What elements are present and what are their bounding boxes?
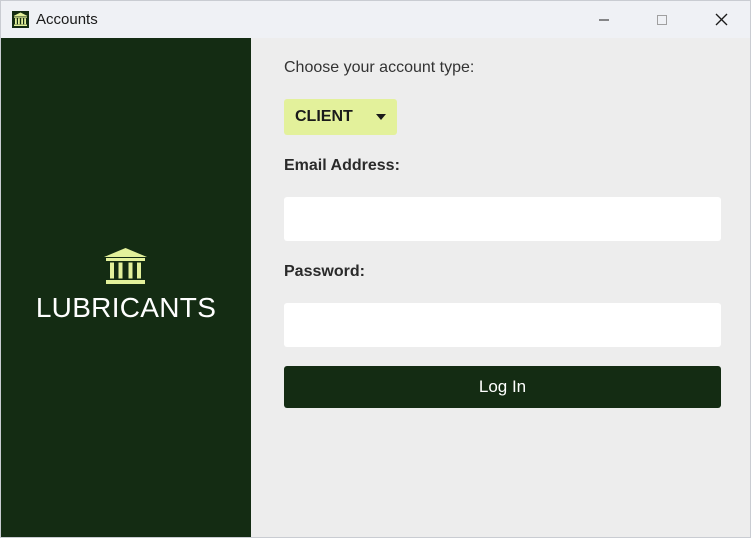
brand-name: LUBRICANTS (35, 292, 217, 323)
login-form: Choose your account type: CLIENT Email A… (251, 38, 750, 537)
accounts-window: Accounts LUBRICANTS Choose your account … (0, 0, 751, 538)
title-bar: Accounts (1, 1, 750, 38)
email-label: Email Address: (284, 157, 400, 174)
maximize-icon (657, 14, 667, 25)
minimize-button[interactable] (575, 1, 633, 38)
password-label: Password: (284, 263, 365, 280)
brand-sidebar: LUBRICANTS (1, 38, 251, 537)
account-type-dropdown[interactable]: CLIENT (284, 99, 397, 135)
chevron-down-icon (376, 114, 386, 120)
minimize-icon (599, 19, 609, 20)
login-button[interactable]: Log In (284, 366, 721, 408)
close-icon (715, 13, 727, 26)
account-type-label: Choose your account type: (284, 59, 475, 76)
bank-icon (104, 248, 147, 284)
close-button[interactable] (692, 1, 750, 38)
password-field[interactable] (284, 303, 721, 347)
window-title: Accounts (36, 11, 98, 28)
maximize-button[interactable] (633, 1, 691, 38)
bank-icon (12, 11, 29, 28)
email-field[interactable] (284, 197, 721, 241)
account-type-value: CLIENT (295, 108, 353, 125)
